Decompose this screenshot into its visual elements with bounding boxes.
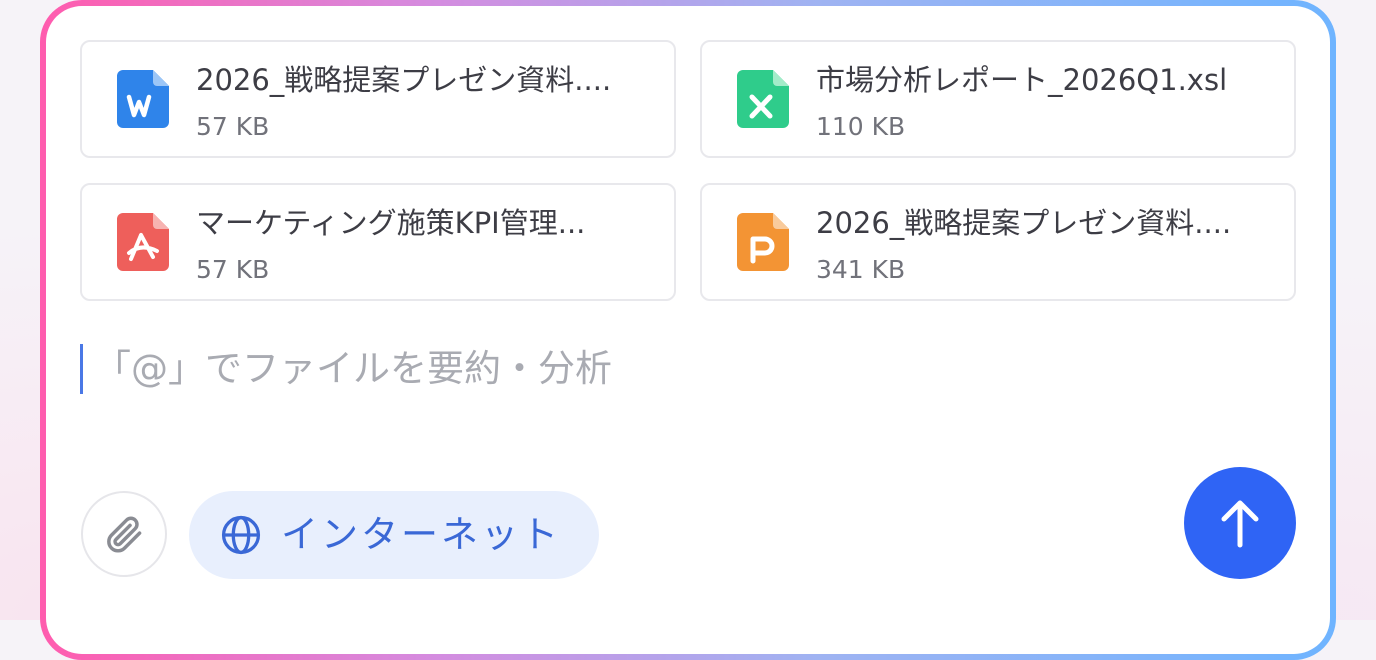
word-file-icon [117, 70, 169, 128]
attachment-file-name: 2026_戦略提案プレゼン資料.... [816, 206, 1232, 240]
attachment-file-size: 57 KB [196, 112, 270, 141]
message-input-placeholder: 「@」でファイルを要約・分析 [94, 347, 612, 390]
attachment-card-excel[interactable]: 市場分析レポート_2026Q1.xsl 110 KB [700, 40, 1296, 158]
attachment-file-size: 110 KB [816, 112, 906, 141]
attachment-card-powerpoint[interactable]: 2026_戦略提案プレゼン資料.... 341 KB [700, 183, 1296, 301]
powerpoint-file-icon [737, 213, 789, 271]
internet-toggle-label: インターネット [281, 513, 561, 556]
excel-file-icon [737, 70, 789, 128]
attach-file-button[interactable] [81, 491, 167, 577]
globe-icon [221, 515, 261, 555]
attachment-file-name: 市場分析レポート_2026Q1.xsl [816, 63, 1228, 97]
chat-composer: 2026_戦略提案プレゼン資料.... 57 KB 市場分析レポート_2026Q… [46, 6, 1330, 654]
message-input[interactable]: 「@」でファイルを要約・分析 [80, 340, 1260, 400]
attachment-card-word[interactable]: 2026_戦略提案プレゼン資料.... 57 KB [80, 40, 676, 158]
attachment-file-size: 57 KB [196, 255, 270, 284]
attachment-file-name: 2026_戦略提案プレゼン資料.... [196, 63, 612, 97]
text-caret [80, 344, 83, 394]
internet-search-toggle[interactable]: インターネット [189, 491, 599, 579]
composer-gradient-border: 2026_戦略提案プレゼン資料.... 57 KB 市場分析レポート_2026Q… [40, 0, 1336, 660]
arrow-up-icon [1221, 500, 1259, 548]
attachment-file-name: マーケティング施策KPI管理... [196, 206, 586, 240]
pdf-file-icon [117, 213, 169, 271]
attachment-file-size: 341 KB [816, 255, 906, 284]
send-button[interactable] [1184, 467, 1296, 579]
paperclip-icon [107, 516, 142, 553]
attachment-card-pdf[interactable]: マーケティング施策KPI管理... 57 KB [80, 183, 676, 301]
